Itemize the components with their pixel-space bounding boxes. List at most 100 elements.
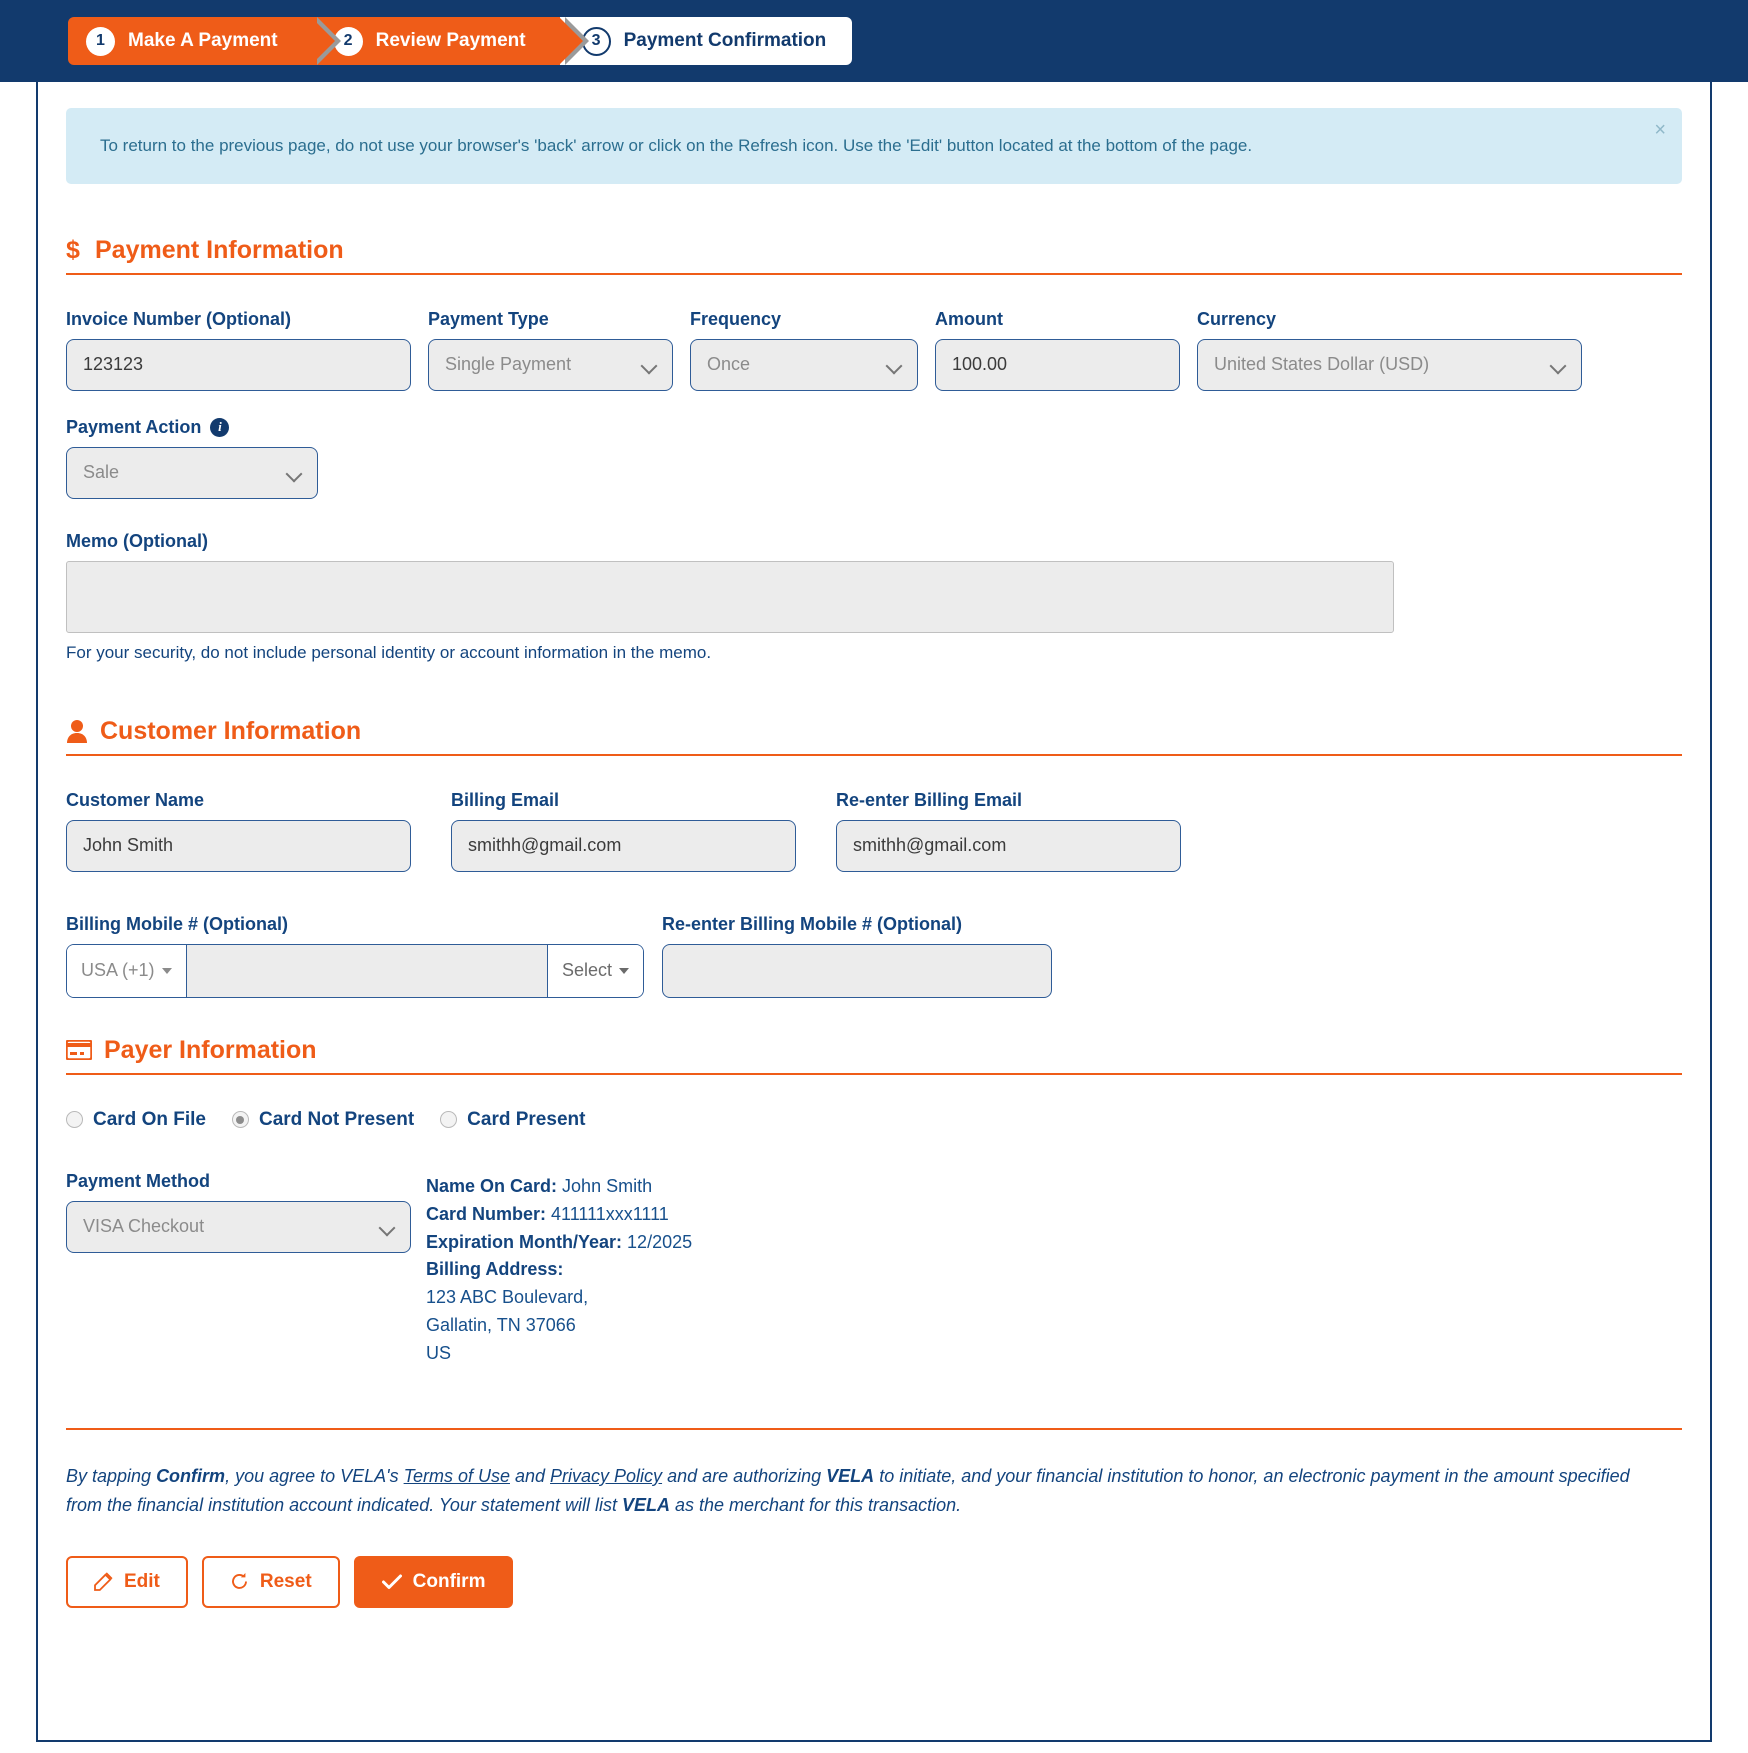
payment-action-label-text: Payment Action	[66, 416, 202, 437]
frequency-select[interactable]: Once	[690, 338, 918, 391]
payment-information-divider	[66, 272, 1682, 275]
amount-field: Amount 100.00	[935, 309, 1180, 391]
card-number-value: 411111xxx1111	[551, 1203, 669, 1224]
frequency-field: Frequency Once	[690, 309, 918, 391]
customer-fields-row: Customer Name John Smith Billing Email s…	[66, 790, 1682, 872]
address-line-3: US	[426, 1343, 452, 1364]
edit-button[interactable]: Edit	[66, 1555, 188, 1608]
payment-type-select[interactable]: Single Payment	[428, 338, 673, 391]
invoice-number-input[interactable]: 123123	[66, 338, 411, 391]
payer-details: Payment Method VISA Checkout Name On Car…	[66, 1171, 1682, 1368]
radio-button-selected-icon[interactable]	[231, 1111, 249, 1129]
radio-card-not-present-label: Card Not Present	[258, 1108, 415, 1130]
svg-text:$: $	[66, 237, 80, 263]
step-label-1: Make A Payment	[128, 30, 278, 51]
radio-card-on-file[interactable]: Card On File	[66, 1109, 206, 1131]
payment-action-field: Payment Action i Sale	[66, 417, 318, 499]
payment-information-title: Payment Information	[95, 235, 344, 264]
check-icon	[381, 1574, 402, 1590]
amount-label: Amount	[935, 308, 1003, 329]
step-payment-confirmation[interactable]: 3 Payment Confirmation	[559, 17, 853, 65]
carrier-select[interactable]: Select	[547, 944, 643, 997]
billing-email-label: Billing Email	[451, 789, 560, 810]
mobile-fields-row: Billing Mobile # (Optional) USA (+1) Sel…	[66, 914, 1682, 998]
name-on-card-line: Name On Card: John Smith	[426, 1173, 692, 1201]
info-icon[interactable]: i	[210, 417, 230, 437]
customer-information-header: Customer Information	[66, 717, 1682, 754]
name-on-card-value: John Smith	[562, 1175, 653, 1196]
reenter-billing-email-label: Re-enter Billing Email	[836, 789, 1023, 810]
carrier-select-value: Select	[561, 960, 612, 981]
payment-information-header: $ Payment Information	[66, 236, 1682, 273]
edit-pencil-icon	[94, 1572, 113, 1592]
confirm-button-label: Confirm	[412, 1570, 486, 1592]
memo-label: Memo (Optional)	[66, 530, 208, 551]
customer-name-input[interactable]: John Smith	[66, 819, 411, 872]
radio-card-not-present[interactable]: Card Not Present	[231, 1108, 415, 1131]
payment-method-select[interactable]: VISA Checkout	[66, 1200, 411, 1253]
customer-information-title: Customer Information	[100, 716, 362, 745]
country-code-select[interactable]: USA (+1)	[67, 944, 186, 997]
expiration-line: Expiration Month/Year: 12/2025	[426, 1229, 692, 1257]
radio-button-icon[interactable]	[440, 1111, 458, 1129]
credit-card-icon	[66, 1040, 92, 1061]
step-label-3: Payment Confirmation	[623, 30, 827, 51]
reenter-billing-mobile-input[interactable]	[662, 943, 1052, 998]
legal-vela-1: VELA	[826, 1466, 875, 1487]
payment-method-label: Payment Method	[66, 1170, 211, 1191]
reset-button[interactable]: Reset	[201, 1555, 340, 1608]
step-make-a-payment[interactable]: 1 Make A Payment	[68, 17, 341, 65]
card-presence-radio-group: Card On File Card Not Present Card Prese…	[66, 1109, 1682, 1131]
currency-select[interactable]: United States Dollar (USD)	[1197, 338, 1582, 391]
step-review-payment[interactable]: 2 Review Payment	[311, 17, 589, 65]
radio-card-on-file-label: Card On File	[93, 1108, 206, 1130]
payment-action-select[interactable]: Sale	[66, 446, 318, 499]
billing-email-input[interactable]: smithh@gmail.com	[451, 819, 796, 872]
billing-email-field: Billing Email smithh@gmail.com	[451, 790, 796, 872]
card-number-line: Card Number: 411111xxx1111	[426, 1201, 692, 1229]
step-label-2: Review Payment	[375, 30, 526, 51]
billing-mobile-input[interactable]	[185, 944, 548, 997]
payment-action-row: Payment Action i Sale	[66, 417, 1682, 499]
privacy-policy-link[interactable]: Privacy Policy	[550, 1466, 662, 1486]
card-number-label: Card Number:	[426, 1203, 547, 1224]
legal-confirm-word: Confirm	[156, 1466, 226, 1487]
progress-stepper: 1 Make A Payment 2 Review Payment 3 Paym…	[0, 0, 1748, 82]
chevron-down-icon	[619, 967, 629, 974]
close-icon[interactable]: ×	[1654, 120, 1666, 140]
payment-type-field: Payment Type Single Payment	[428, 309, 673, 391]
name-on-card-label: Name On Card:	[426, 1175, 558, 1196]
payer-information-divider	[66, 1072, 1682, 1075]
reenter-billing-email-field: Re-enter Billing Email smithh@gmail.com	[836, 790, 1181, 872]
reenter-billing-mobile-label: Re-enter Billing Mobile # (Optional)	[662, 913, 963, 934]
expiration-value: 12/2025	[627, 1231, 693, 1252]
billing-address-line: Billing Address:	[426, 1256, 692, 1284]
payer-information-title: Payer Information	[104, 1035, 317, 1064]
customer-name-field: Customer Name John Smith	[66, 790, 411, 872]
expiration-label: Expiration Month/Year:	[426, 1231, 623, 1252]
frequency-label: Frequency	[690, 308, 782, 329]
reset-button-label: Reset	[259, 1570, 312, 1592]
refresh-icon	[230, 1572, 249, 1591]
amount-input[interactable]: 100.00	[935, 338, 1180, 391]
billing-address-label: Billing Address:	[426, 1259, 564, 1280]
legal-part-1: By tapping	[66, 1466, 157, 1487]
billing-mobile-group: USA (+1) Select	[66, 943, 644, 998]
confirm-button[interactable]: Confirm	[353, 1555, 514, 1608]
action-buttons: Edit Reset Confirm	[66, 1555, 1682, 1652]
payer-information-header: Payer Information	[66, 1036, 1682, 1073]
address-line-1: 123 ABC Boulevard,	[426, 1287, 589, 1308]
country-code-value: USA (+1)	[81, 960, 155, 981]
radio-button-icon[interactable]	[66, 1111, 83, 1129]
customer-information-divider	[66, 753, 1682, 756]
invoice-number-field: Invoice Number (Optional) 123123	[66, 309, 411, 391]
memo-textarea[interactable]	[66, 560, 1394, 633]
radio-card-present[interactable]: Card Present	[440, 1109, 585, 1131]
billing-mobile-label: Billing Mobile # (Optional)	[66, 913, 288, 934]
legal-part-6: as the merchant for this transaction.	[669, 1494, 962, 1515]
step-arrow-1	[310, 17, 335, 65]
person-icon	[66, 719, 88, 744]
reenter-billing-mobile-field: Re-enter Billing Mobile # (Optional)	[662, 914, 1052, 998]
terms-of-use-link[interactable]: Terms of Use	[404, 1466, 510, 1486]
reenter-billing-email-input[interactable]: smithh@gmail.com	[836, 819, 1181, 872]
